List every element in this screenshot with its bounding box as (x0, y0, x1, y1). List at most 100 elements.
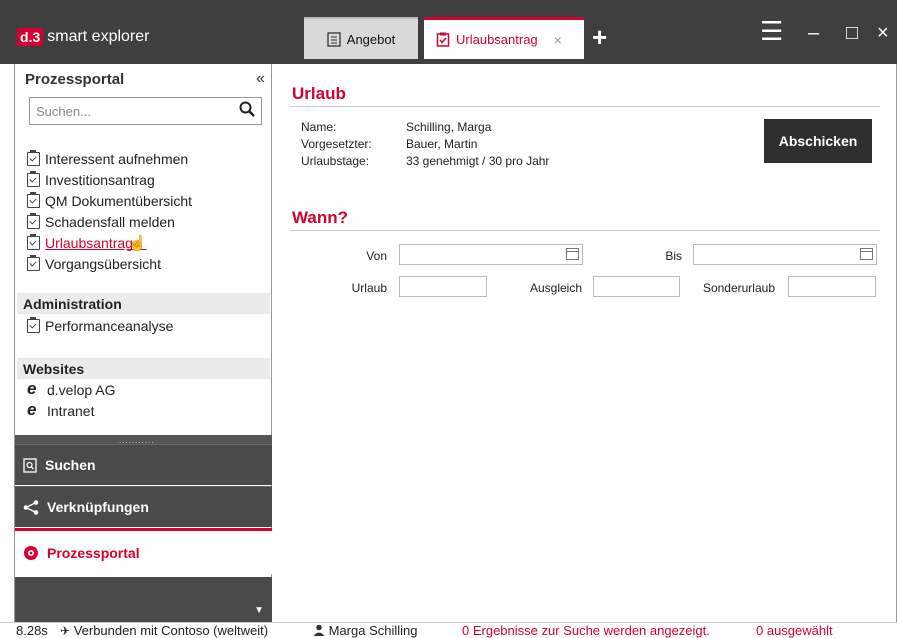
sidebar: Prozessportal « Suchen... Interessent au… (14, 64, 272, 622)
ausgleich-input[interactable] (593, 276, 680, 297)
search-doc-icon (23, 457, 37, 473)
clipboard-icon (27, 254, 40, 271)
title-bar: d.3 smart explorer Angebot Urlaubsantrag… (0, 0, 897, 64)
menu-icon[interactable]: ☰ (760, 16, 783, 47)
clipboard-icon (27, 233, 40, 250)
process-icon (24, 545, 38, 560)
info-value: Bauer, Martin (406, 137, 478, 151)
section-administration: Administration (17, 293, 270, 314)
nav-suchen[interactable]: Suchen (15, 444, 272, 485)
divider (290, 230, 880, 231)
sidebar-header: Prozessportal « (25, 66, 265, 92)
item-label: Interessent aufnehmen (45, 150, 189, 167)
ie-icon: e (27, 379, 37, 398)
sidebar-item-qm[interactable]: QM Dokumentübersicht (27, 190, 272, 211)
search-input[interactable]: Suchen... (29, 97, 262, 125)
info-value: 33 genehmigt / 30 pro Jahr (406, 154, 550, 168)
clipboard-icon (27, 212, 40, 229)
item-label: Urlaubsantrag (45, 234, 133, 251)
logo-text: smart explorer (47, 28, 150, 45)
info-value: Schilling, Marga (406, 120, 492, 134)
tab-urlaubsantrag[interactable]: Urlaubsantrag × (424, 17, 584, 59)
urlaub-input[interactable] (399, 276, 487, 297)
ie-icon: e (27, 400, 37, 419)
status-time: 8.28s (16, 623, 48, 638)
employee-info: Name: Schilling, Marga Vorgesetzter: Bau… (301, 120, 549, 171)
sidebar-item-dvelop[interactable]: e d.velop AG (27, 379, 272, 400)
info-label: Name: (301, 120, 337, 134)
nav-verknuepfungen[interactable]: Verknüpfungen (15, 486, 272, 527)
info-label: Urlaubstage: (301, 154, 370, 168)
nav-label: Prozessportal (47, 544, 140, 561)
add-tab-icon[interactable]: + (592, 22, 607, 53)
nav-overflow: ▼ (15, 577, 272, 622)
close-window-icon[interactable]: × (877, 22, 889, 45)
clipboard-icon (27, 170, 40, 187)
share-icon (23, 499, 39, 515)
urlaub-label: Urlaub (351, 281, 387, 295)
calendar-icon[interactable] (860, 248, 873, 260)
results-status: 0 Ergebnisse zur Suche werden angezeigt. (462, 623, 710, 638)
websites-list: e d.velop AG e Intranet (27, 379, 272, 421)
von-date-field[interactable] (399, 244, 583, 265)
main-content: Urlaub Name: Schilling, Marga Vorgesetzt… (272, 64, 897, 622)
logo-mark: d.3 (17, 28, 44, 46)
close-tab-icon[interactable]: × (554, 32, 562, 48)
item-label: Investitionsantrag (45, 171, 155, 188)
info-row-name: Name: Schilling, Marga (301, 120, 549, 137)
status-bar: 8.28s ✈ Verbunden mit Contoso (weltweit)… (0, 622, 897, 638)
item-label: Schadensfall melden (45, 213, 175, 230)
clipboard-icon (27, 149, 40, 166)
maximize-icon[interactable]: □ (846, 22, 858, 45)
sidebar-item-performanceanalyse[interactable]: Performanceanalyse (27, 315, 272, 336)
user-name: Marga Schilling (328, 623, 418, 638)
ausgleich-label: Ausgleich (529, 281, 582, 295)
calendar-icon[interactable] (566, 248, 579, 260)
von-label: Von (366, 249, 387, 263)
app-window: d.3 smart explorer Angebot Urlaubsantrag… (0, 0, 897, 638)
bis-date-field[interactable] (693, 244, 877, 265)
admin-list: Performanceanalyse (27, 315, 272, 336)
process-list: Interessent aufnehmen Investitionsantrag… (27, 148, 272, 274)
bis-label: Bis (665, 249, 682, 263)
sonderurlaub-label: Sonderurlaub (702, 281, 775, 295)
hand-cursor-icon: ☝ (127, 234, 147, 252)
sidebar-item-interessent[interactable]: Interessent aufnehmen (27, 148, 272, 169)
clipboard-icon (27, 191, 40, 208)
sidebar-item-urlaubsantrag[interactable]: Urlaubsantrag ☝ (27, 232, 272, 253)
user-status: Marga Schilling (313, 623, 418, 638)
sidebar-title: Prozessportal (25, 70, 125, 88)
section-title-wann: Wann? (292, 208, 349, 227)
item-label: Intranet (47, 402, 95, 419)
nav-prozessportal[interactable]: Prozessportal (15, 528, 272, 574)
sidebar-item-investitionsantrag[interactable]: Investitionsantrag (27, 169, 272, 190)
search-icon[interactable] (239, 101, 255, 117)
tab-label: Angebot (346, 31, 396, 47)
sidebar-item-vorgangsuebersicht[interactable]: Vorgangsübersicht (27, 253, 272, 274)
item-label: Performanceanalyse (45, 317, 174, 334)
satellite-icon: ✈ (60, 624, 71, 638)
sidebar-item-schadensfall[interactable]: Schadensfall melden (27, 211, 272, 232)
nav-label: Suchen (45, 457, 96, 473)
clipboard-icon (27, 316, 40, 333)
section-websites: Websites (17, 358, 270, 379)
minimize-icon[interactable]: – (808, 22, 819, 45)
tab-angebot[interactable]: Angebot (304, 17, 418, 59)
info-row-vorgesetzter: Vorgesetzter: Bauer, Martin (301, 137, 549, 154)
sonderurlaub-input[interactable] (788, 276, 876, 297)
tab-label: Urlaubsantrag (456, 32, 538, 47)
clipboard-icon (436, 32, 450, 47)
item-label: Vorgangsübersicht (45, 255, 161, 272)
sidebar-item-intranet[interactable]: e Intranet (27, 400, 272, 421)
user-icon (313, 624, 325, 636)
chevron-down-icon[interactable]: ▼ (254, 605, 264, 616)
item-label: QM Dokumentübersicht (45, 192, 193, 209)
selected-status: 0 ausgewählt (756, 623, 833, 638)
collapse-icon[interactable]: « (256, 70, 265, 88)
search-placeholder: Suchen... (36, 103, 91, 119)
info-label: Vorgesetzter: (301, 137, 372, 151)
divider (290, 106, 880, 107)
document-icon (327, 31, 341, 47)
info-row-urlaubstage: Urlaubstage: 33 genehmigt / 30 pro Jahr (301, 154, 549, 171)
submit-button[interactable]: Abschicken (764, 119, 872, 163)
